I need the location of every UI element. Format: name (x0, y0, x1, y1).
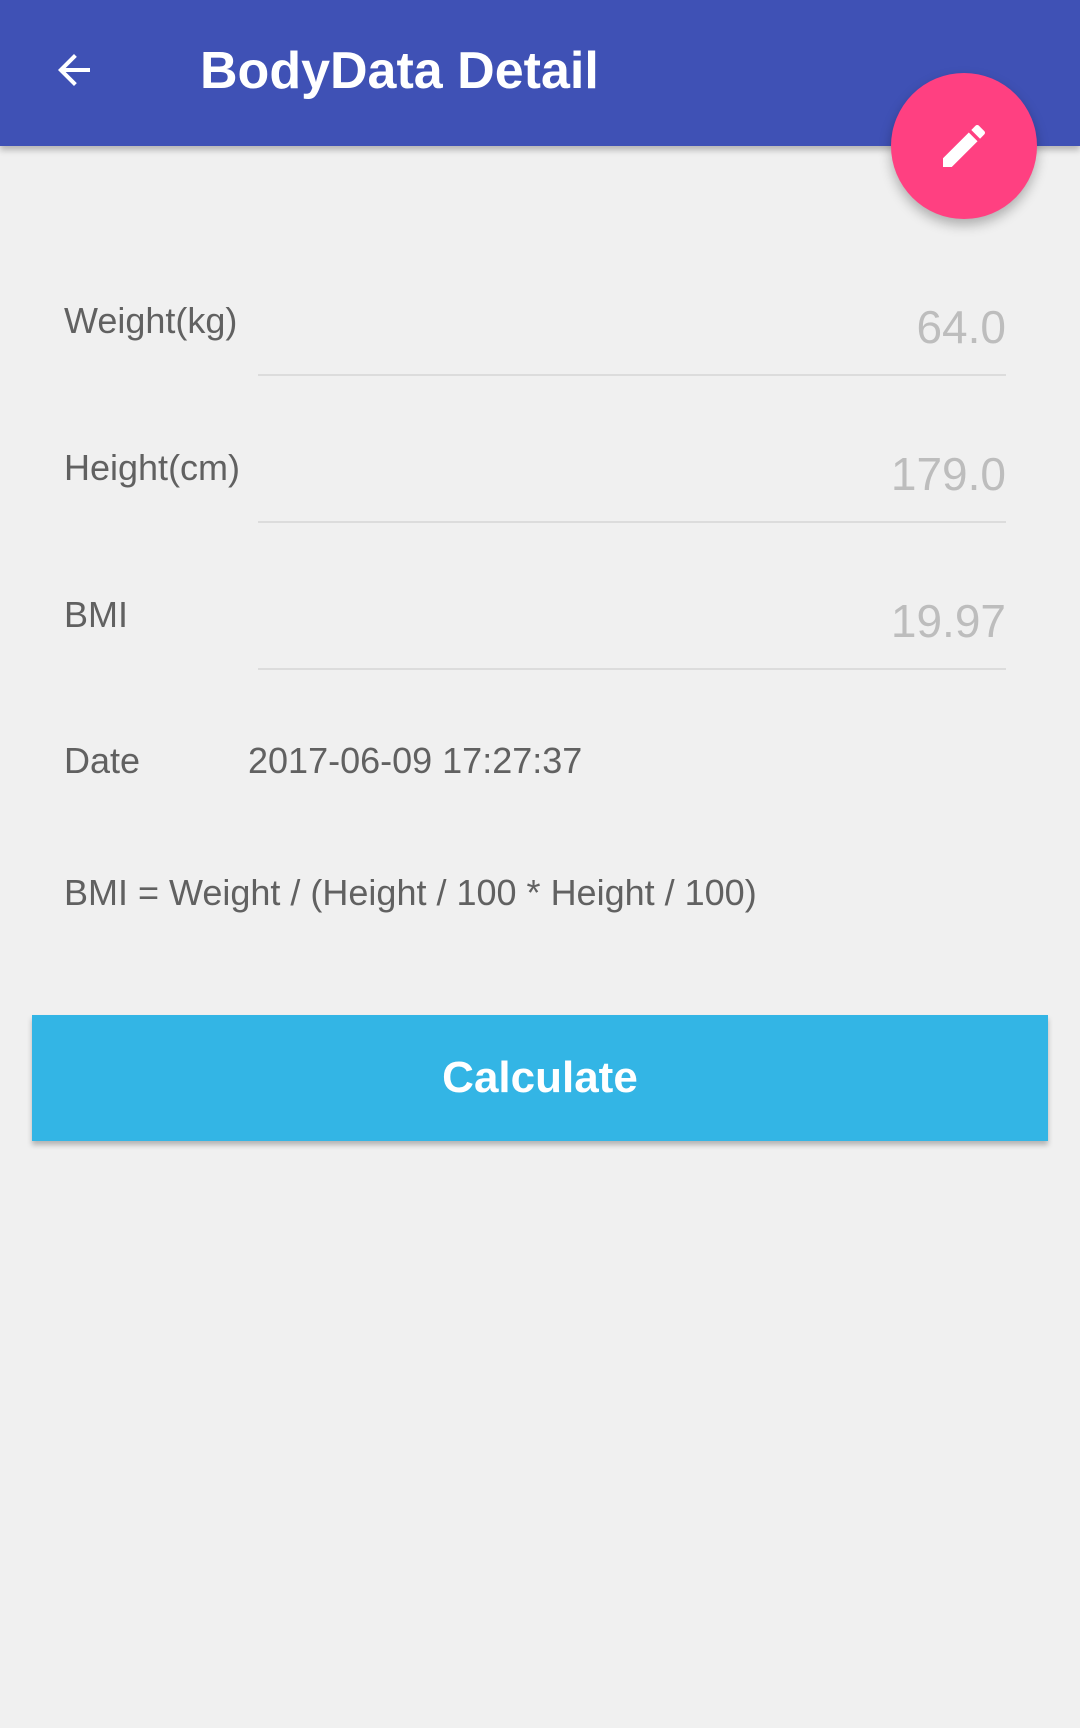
calculate-button[interactable]: Calculate (32, 1015, 1048, 1141)
weight-label: Weight(kg) (64, 300, 238, 341)
date-row: Date 2017-06-09 17:27:37 (0, 740, 1080, 800)
date-value: 2017-06-09 17:27:37 (248, 740, 583, 781)
height-label: Height(cm) (64, 447, 241, 488)
back-button[interactable] (44, 40, 104, 100)
bmi-formula-text: BMI = Weight / (Height / 100 * Height / … (64, 872, 757, 913)
bmi-row: BMI 19.97 (0, 584, 1080, 674)
height-row: Height(cm) 179.0 (0, 437, 1080, 527)
page-title: BodyData Detail (200, 42, 599, 100)
date-label: Date (64, 740, 141, 781)
bmi-underline (258, 668, 1006, 670)
edit-fab-button[interactable] (891, 73, 1037, 219)
bmi-field[interactable]: 19.97 (891, 594, 1006, 648)
height-underline (258, 521, 1006, 523)
height-field[interactable]: 179.0 (891, 447, 1006, 501)
arrow-back-icon (58, 54, 90, 86)
weight-underline (258, 374, 1006, 376)
weight-field[interactable]: 64.0 (916, 300, 1006, 354)
weight-row: Weight(kg) 64.0 (0, 290, 1080, 380)
bmi-label: BMI (64, 594, 129, 635)
pencil-icon (943, 124, 986, 167)
